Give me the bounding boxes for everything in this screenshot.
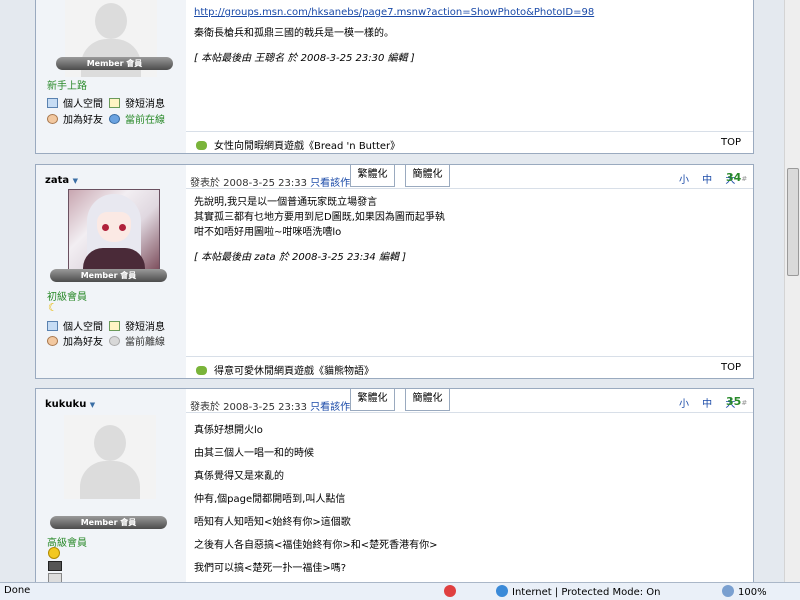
post-text-line: 我們可以搞<楚死一扑一福佳>嗎? [194, 563, 347, 574]
post-text-line: 真係好想開火lo [194, 425, 263, 436]
add-user-icon [47, 336, 58, 346]
scrollbar-thumb[interactable] [787, 168, 799, 276]
status-bar: Done Internet | Protected Mode: On 100% [0, 582, 800, 600]
offline-icon [109, 336, 120, 346]
post-3-sidebar: kukuku ▼ Member 會員 高級會員 [36, 389, 186, 582]
home-icon [47, 98, 58, 108]
floor-number: 34# [726, 171, 748, 184]
member-badge: Member 會員 [56, 57, 173, 70]
floor-number: 35# [726, 395, 748, 408]
zoom-level[interactable]: 100% [722, 585, 767, 598]
member-badge: Member 會員 [50, 269, 167, 282]
post-1-sidebar: Member 會員 新手上路 個人空間 發短消息 加為好友 當前在線 [36, 0, 186, 153]
post-body: 真係好想開火lo 由其三個人一唱一和的時候 真係覺得又是來亂的 仲有,個page… [194, 419, 745, 580]
offline-status: 當前離線 [109, 333, 165, 348]
post-text-line: 之後有人各自惡搞<福佳始終有你>和<楚死香港有你> [194, 540, 438, 551]
ad-icon [196, 366, 207, 375]
top-link[interactable]: TOP [721, 137, 741, 148]
post-text-line: 仲有,個page閒都開唔到,叫人點信 [194, 494, 346, 505]
add-friend-link[interactable]: 加為好友 [47, 333, 103, 348]
post-text-line: 唔知有人知唔知<始終有你>這個歌 [194, 517, 351, 528]
photo-link[interactable]: http://groups.msn.com/hksanebs/page7.msn… [194, 7, 594, 18]
zoom-icon [722, 585, 734, 597]
avatar-placeholder [64, 415, 156, 499]
send-message-link[interactable]: 發短消息 [109, 95, 165, 110]
mail-icon [109, 321, 120, 331]
edit-note: [ 本帖最後由 zata 於 2008-3-25 23:34 編輯 ] [194, 252, 407, 263]
post-3-content: 發表於 2008-3-25 23:33 只看該作者 繁體化 簡體化 小 中 大 … [186, 389, 753, 582]
post-1: Member 會員 新手上路 個人空間 發短消息 加為好友 當前在線 http:… [35, 0, 754, 154]
online-status: 當前在線 [109, 111, 165, 126]
profile-link[interactable]: 個人空間 [47, 318, 103, 333]
post-2-content: 發表於 2008-3-25 23:33 只看該作者 繁體化 簡體化 小 中 大 … [186, 165, 753, 378]
post-text-line: 由其三個人一唱一和的時候 [194, 448, 314, 459]
post-2: zata ▼ Member 會員 初級會員 ☾ 個人空間 發短消息 加為好友 當… [35, 164, 754, 379]
ad-link[interactable]: 得意可愛休閒網頁遊戲《貓熊物語》 [196, 362, 374, 377]
post-text-line: 真係覺得又是來亂的 [194, 471, 284, 482]
browser-viewport: Member 會員 新手上路 個人空間 發短消息 加為好友 當前在線 http:… [0, 0, 784, 582]
add-user-icon [47, 114, 58, 124]
post-text-line: 咁不如唔好用圖啦~咁咪唔洗嘈lo [194, 227, 342, 238]
send-message-link[interactable]: 發短消息 [109, 318, 165, 333]
user-rank: 新手上路 [47, 81, 87, 92]
post-text-line: 先說明,我只是以一個普通玩家既立場發言 [194, 197, 378, 208]
post-body: 先說明,我只是以一個普通玩家既立場發言 其實孤三都有乜地方要用到尼D圖既,如果因… [194, 195, 745, 265]
member-badge: Member 會員 [50, 516, 167, 529]
top-link[interactable]: TOP [721, 362, 741, 373]
post-text-line: 其實孤三都有乜地方要用到尼D圖既,如果因為圖而起爭執 [194, 212, 445, 223]
ad-icon [196, 141, 207, 150]
rank-icon [48, 561, 62, 571]
avatar [68, 189, 160, 274]
protected-mode-icon [444, 585, 456, 598]
mail-icon [109, 98, 120, 108]
smiley-icon [48, 547, 60, 559]
username[interactable]: zata ▼ [45, 175, 78, 186]
post-footer: 女性向閒暇網頁遊戲《Bread 'n Butter》 TOP [186, 131, 753, 153]
chevron-down-icon: ▼ [89, 401, 96, 409]
vertical-scrollbar[interactable] [784, 0, 800, 582]
post-1-content: http://groups.msn.com/hksanebs/page7.msn… [186, 0, 753, 153]
post-footer: 得意可愛休閒網頁遊戲《貓熊物語》 TOP [186, 356, 753, 378]
status-text: Done [4, 585, 31, 596]
post-body: http://groups.msn.com/hksanebs/page7.msn… [194, 5, 745, 66]
internet-zone: Internet | Protected Mode: On [496, 585, 660, 598]
ad-link[interactable]: 女性向閒暇網頁遊戲《Bread 'n Butter》 [196, 137, 400, 152]
post-2-sidebar: zata ▼ Member 會員 初級會員 ☾ 個人空間 發短消息 加為好友 當… [36, 165, 186, 378]
post-time: 發表於 2008-3-25 23:33 只看該作者 [190, 402, 361, 413]
moon-icon: ☾ [48, 301, 58, 314]
globe-icon [496, 585, 508, 597]
traditional-button[interactable]: 繁體化 [350, 389, 395, 411]
add-friend-link[interactable]: 加為好友 [47, 111, 103, 126]
simplified-button[interactable]: 簡體化 [405, 165, 450, 187]
simplified-button[interactable]: 簡體化 [405, 389, 450, 411]
post-3: kukuku ▼ Member 會員 高級會員 發表於 2008-3-25 23… [35, 388, 754, 582]
post-header: 發表於 2008-3-25 23:33 只看該作者 繁體化 簡體化 小 中 大 … [186, 165, 753, 189]
profile-link[interactable]: 個人空間 [47, 95, 103, 110]
online-icon [109, 114, 120, 124]
edit-note: [ 本帖最後由 王聰名 於 2008-3-25 23:30 編輯 ] [194, 53, 415, 64]
username[interactable]: kukuku ▼ [45, 399, 95, 410]
post-time: 發表於 2008-3-25 23:33 只看該作者 [190, 178, 361, 189]
rank-icon [48, 573, 62, 582]
home-icon [47, 321, 58, 331]
traditional-button[interactable]: 繁體化 [350, 165, 395, 187]
post-text-line: 秦衛長槍兵和孤鼎三國的戟兵是一模一樣的。 [194, 28, 394, 39]
post-header: 發表於 2008-3-25 23:33 只看該作者 繁體化 簡體化 小 中 大 … [186, 389, 753, 413]
chevron-down-icon: ▼ [72, 177, 78, 185]
